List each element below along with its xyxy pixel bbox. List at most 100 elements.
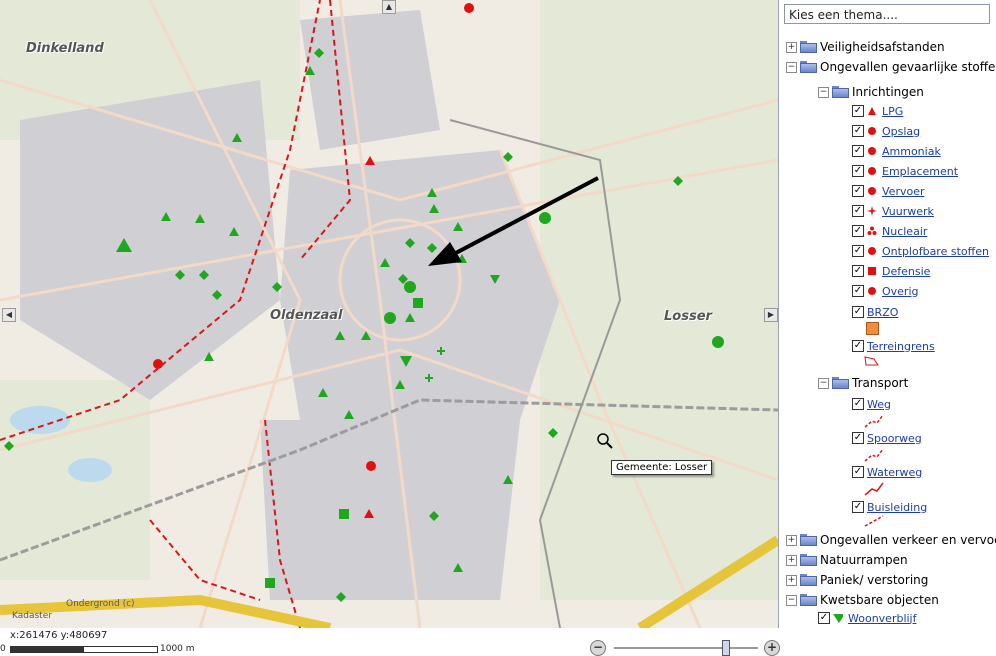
layer-spoorweg[interactable]: ✓ Spoorweg <box>852 429 922 447</box>
layer-link[interactable]: Ammoniak <box>882 145 941 158</box>
layer-link[interactable]: Buisleiding <box>867 501 927 514</box>
layer-link[interactable]: Vuurwerk <box>882 205 934 218</box>
layer-defensie[interactable]: ✓ Defensie <box>852 262 930 280</box>
layer-link[interactable]: Woonverblijf <box>848 612 917 625</box>
scale-label-start: 0 <box>0 644 6 654</box>
layer-link[interactable]: Ontplofbare stoffen <box>882 245 989 258</box>
checkbox-checked[interactable]: ✓ <box>852 225 864 237</box>
checkbox-checked[interactable]: ✓ <box>852 205 864 217</box>
checkbox-checked[interactable]: ✓ <box>852 265 864 277</box>
minus-icon[interactable]: − <box>786 594 797 606</box>
coordinate-readout: x:261476 y:480697 <box>10 630 108 641</box>
layer-woonverblijf[interactable]: ✓ Woonverblijf <box>818 609 917 627</box>
legend-panel: Kies een thema.... + Veiligheidsafstande… <box>780 0 996 656</box>
pan-west-button[interactable]: ◀ <box>2 308 16 322</box>
layer-buisleiding[interactable]: ✓ Buisleiding <box>852 498 927 516</box>
map-tooltip: Gemeente: Losser <box>611 460 713 475</box>
layer-link[interactable]: Vervoer <box>882 185 925 198</box>
layer-opslag[interactable]: ✓ Opslag <box>852 122 920 140</box>
layer-vuurwerk[interactable]: ✓ Vuurwerk <box>852 202 934 220</box>
folder-icon <box>800 594 817 606</box>
zoom-slider-thumb[interactable] <box>722 640 730 656</box>
layer-link[interactable]: Emplacement <box>882 165 958 178</box>
minus-icon[interactable]: − <box>818 86 829 98</box>
layer-lpg[interactable]: ✓ LPG <box>852 102 903 120</box>
tree-node-ongevallen-stoffen[interactable]: − Ongevallen gevaarlijke stoffen <box>786 58 996 76</box>
town-label-oldenzaal: Oldenzaal <box>270 308 343 323</box>
town-label-losser: Losser <box>664 309 712 324</box>
layer-link[interactable]: Defensie <box>882 265 930 278</box>
plus-icon[interactable]: + <box>786 534 797 546</box>
tree-label: Natuurrampen <box>820 553 908 567</box>
tree-node-transport[interactable]: − Transport <box>818 374 908 392</box>
plus-icon[interactable]: + <box>786 41 797 53</box>
layer-link[interactable]: Weg <box>867 398 891 411</box>
plus-icon[interactable]: + <box>786 554 797 566</box>
folder-icon <box>832 86 849 98</box>
vervoer-icon <box>868 187 876 195</box>
tree-node-verkeer[interactable]: + Ongevallen verkeer en vervoer <box>786 531 996 549</box>
layer-link[interactable]: BRZO <box>867 306 898 319</box>
ontplofbaar-icon <box>868 247 876 255</box>
layer-terreingrens[interactable]: ✓ Terreingrens <box>852 337 935 355</box>
theme-select[interactable]: Kies een thema.... <box>784 4 990 24</box>
zoom-slider-track[interactable] <box>614 647 758 649</box>
layer-ammoniak[interactable]: ✓ Ammoniak <box>852 142 941 160</box>
layer-link[interactable]: Spoorweg <box>867 432 922 445</box>
plus-icon[interactable]: + <box>786 574 797 586</box>
tree-node-natuurrampen[interactable]: + Natuurrampen <box>786 551 908 569</box>
layer-weg[interactable]: ✓ Weg <box>852 395 891 413</box>
checkbox-checked[interactable]: ✓ <box>852 165 864 177</box>
folder-icon <box>800 574 817 586</box>
tree-node-inrichtingen[interactable]: − Inrichtingen <box>818 83 924 101</box>
checkbox-checked[interactable]: ✓ <box>852 125 864 137</box>
map-canvas[interactable] <box>0 0 778 628</box>
checkbox-checked[interactable]: ✓ <box>852 105 864 117</box>
minus-icon[interactable]: − <box>818 377 829 389</box>
checkbox-checked[interactable]: ✓ <box>852 340 864 352</box>
layer-link[interactable]: LPG <box>882 105 903 118</box>
tree-label: Ongevallen gevaarlijke stoffen <box>820 60 996 74</box>
checkbox-checked[interactable]: ✓ <box>852 398 864 410</box>
tree-node-paniek[interactable]: + Paniek/ verstoring <box>786 571 928 589</box>
scale-label-end: 1000 m <box>160 644 195 654</box>
emplacement-icon <box>868 167 876 175</box>
checkbox-checked[interactable]: ✓ <box>852 432 864 444</box>
layer-link[interactable]: Terreingrens <box>867 340 935 353</box>
tree-label: Inrichtingen <box>852 85 924 99</box>
layer-emplacement[interactable]: ✓ Emplacement <box>852 162 958 180</box>
layer-vervoer[interactable]: ✓ Vervoer <box>852 182 925 200</box>
minus-icon[interactable]: − <box>786 61 797 73</box>
layer-link[interactable]: Opslag <box>882 125 920 138</box>
buisleiding-line-icon <box>864 515 884 527</box>
layer-link[interactable]: Overig <box>882 285 919 298</box>
nucleair-icon <box>867 226 877 235</box>
ammoniak-icon <box>868 147 876 155</box>
checkbox-checked[interactable]: ✓ <box>852 466 864 478</box>
pan-north-button[interactable]: ▲ <box>382 0 396 14</box>
tree-label: Paniek/ verstoring <box>820 573 929 587</box>
opslag-icon <box>868 127 876 135</box>
checkbox-checked[interactable]: ✓ <box>852 145 864 157</box>
tree-node-veiligheid[interactable]: + Veiligheidsafstanden <box>786 38 945 56</box>
weg-line-icon <box>864 414 884 428</box>
map-viewport[interactable]: ▲ ◀ ▶ Dinkelland Oldenzaal Losser Gemeen… <box>0 0 779 628</box>
checkbox-checked[interactable]: ✓ <box>852 185 864 197</box>
layer-brzo[interactable]: ✓ BRZO <box>852 303 898 321</box>
zoom-out-button[interactable]: − <box>590 640 606 656</box>
pan-east-button[interactable]: ▶ <box>764 308 778 322</box>
layer-link[interactable]: Nucleair <box>882 225 927 238</box>
layer-overig[interactable]: ✓ Overig <box>852 282 919 300</box>
checkbox-checked[interactable]: ✓ <box>852 245 864 257</box>
layer-nucleair[interactable]: ✓ Nucleair <box>852 222 927 240</box>
tree-node-kwetsbare[interactable]: − Kwetsbare objecten <box>786 591 939 609</box>
spoorweg-line-icon <box>864 448 884 462</box>
zoom-in-button[interactable]: + <box>764 640 780 656</box>
checkbox-checked[interactable]: ✓ <box>852 306 864 318</box>
checkbox-checked[interactable]: ✓ <box>852 501 864 513</box>
layer-ontplofbare-stoffen[interactable]: ✓ Ontplofbare stoffen <box>852 242 989 260</box>
layer-waterweg[interactable]: ✓ Waterweg <box>852 463 922 481</box>
checkbox-checked[interactable]: ✓ <box>818 612 830 624</box>
layer-link[interactable]: Waterweg <box>867 466 922 479</box>
checkbox-checked[interactable]: ✓ <box>852 285 864 297</box>
